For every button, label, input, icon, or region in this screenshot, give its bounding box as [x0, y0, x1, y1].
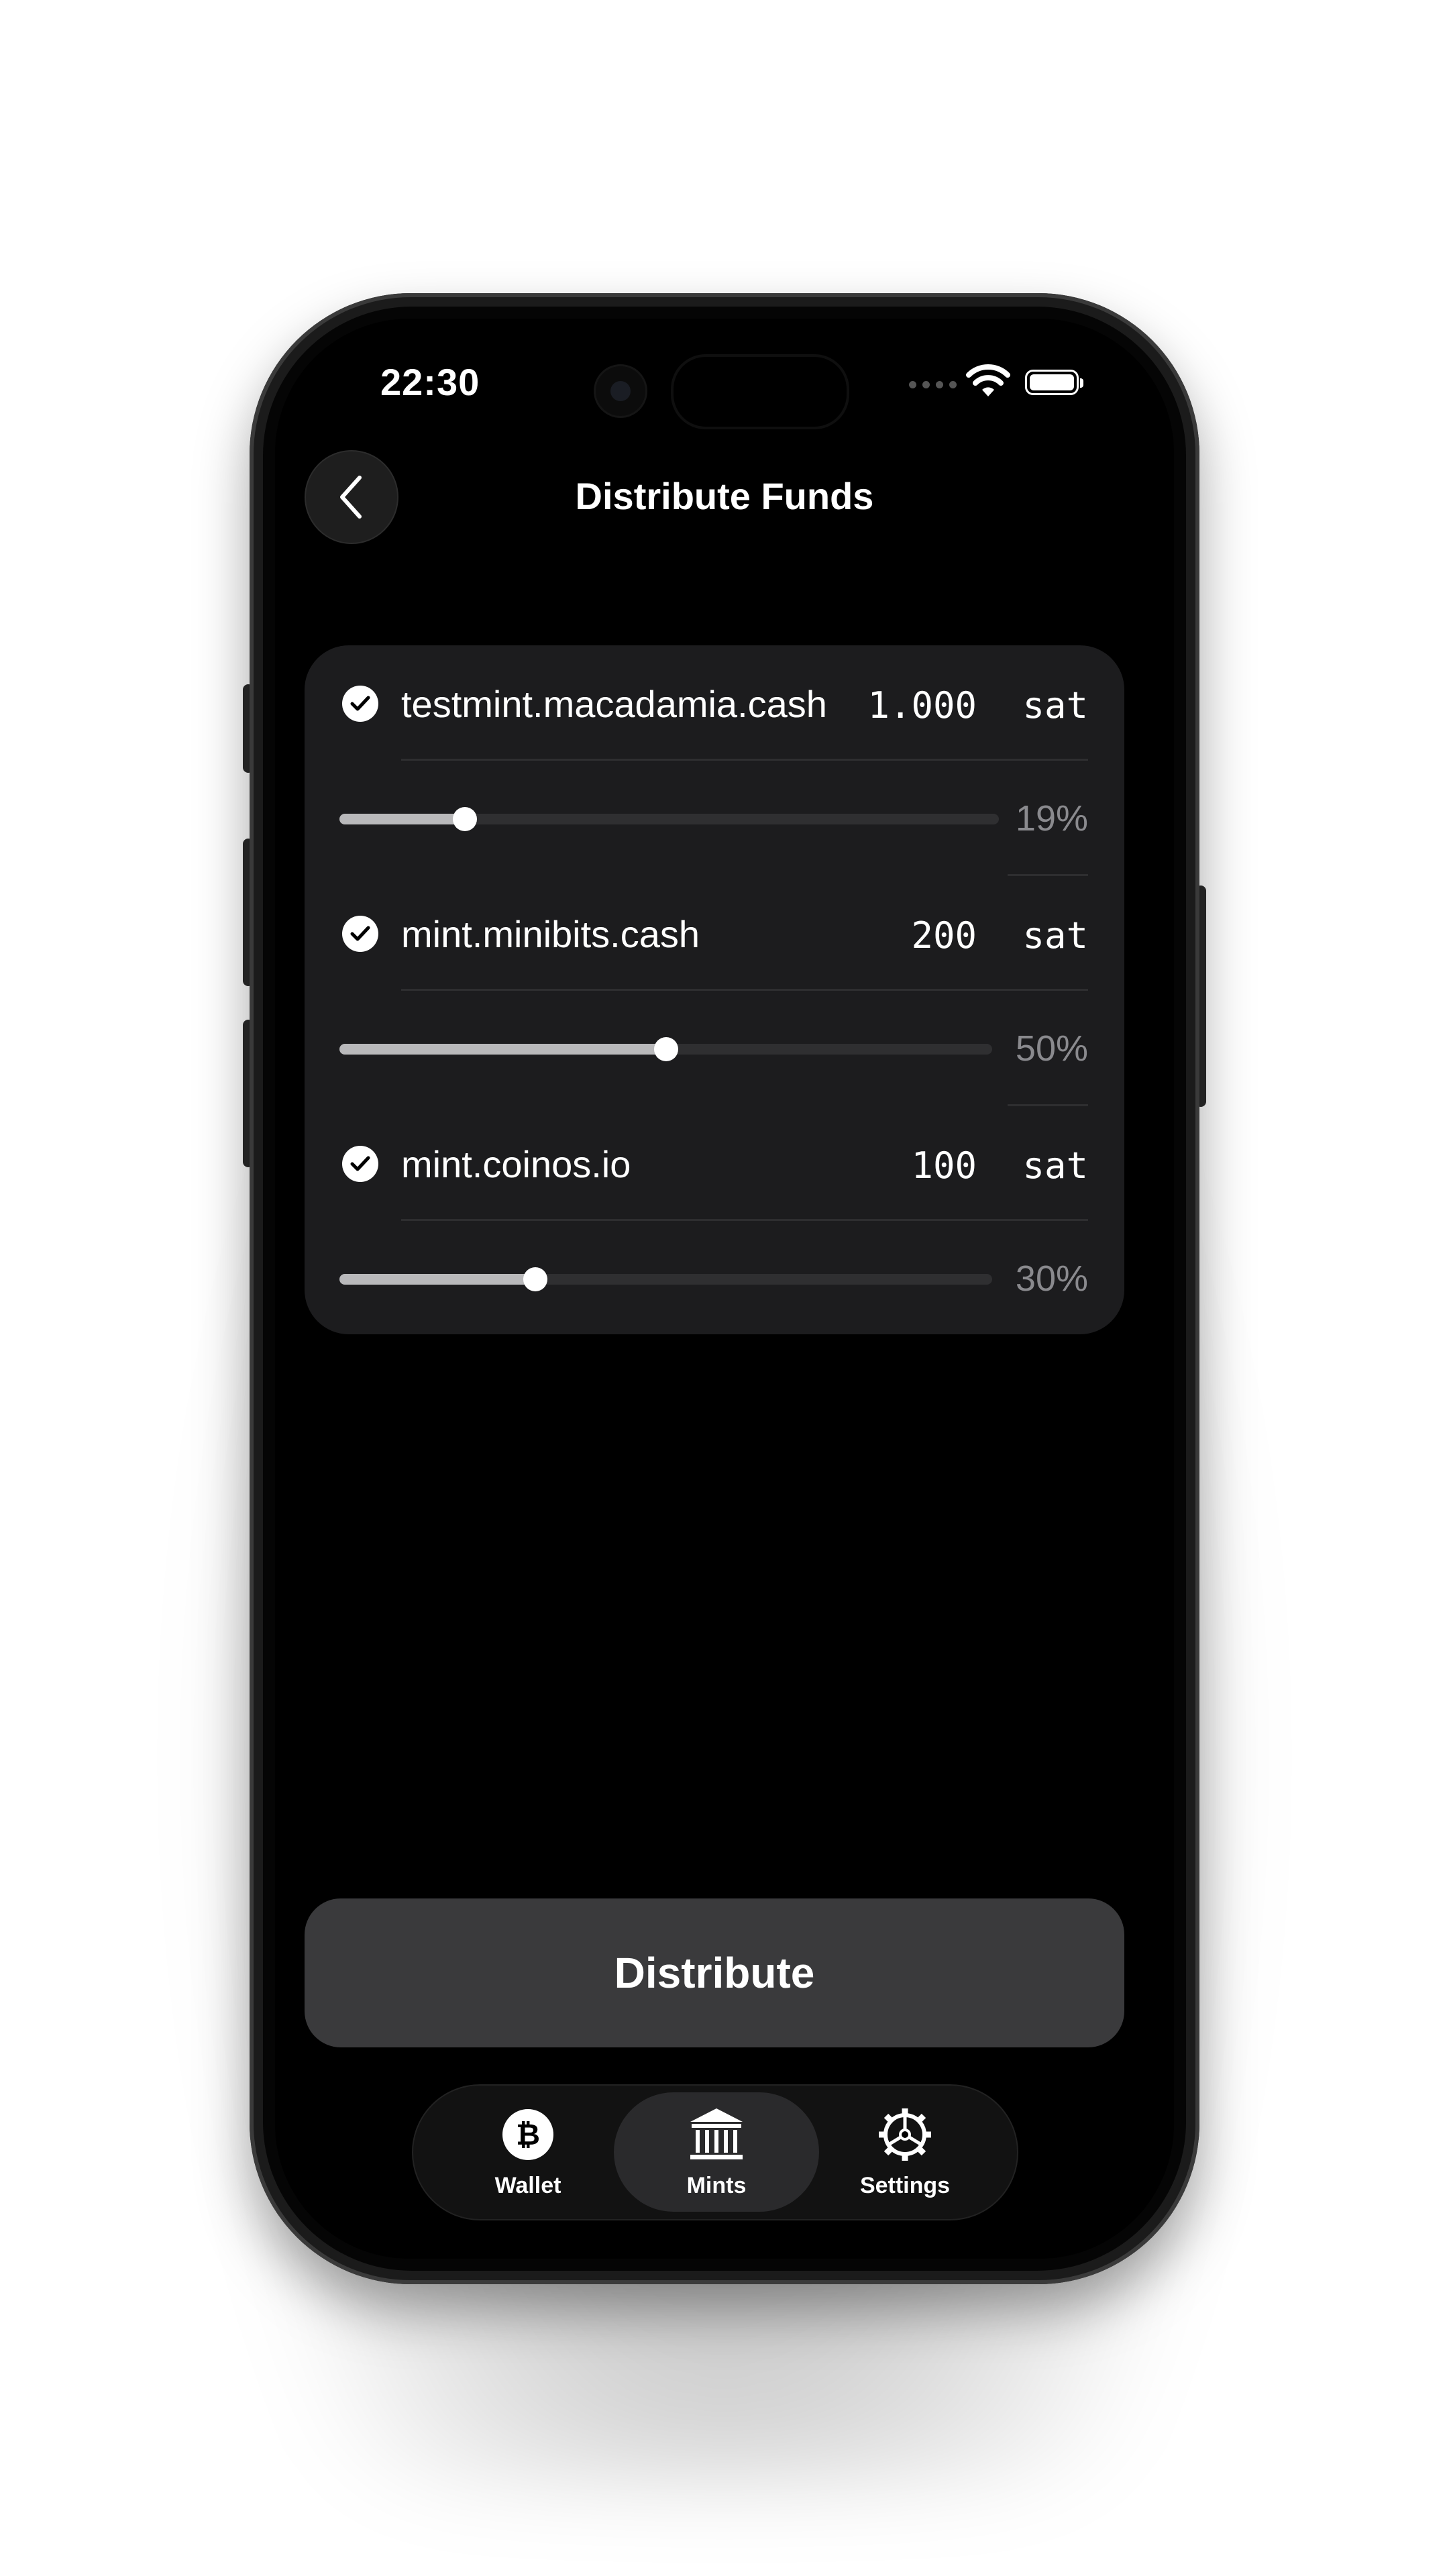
tab-settings[interactable]: Settings — [802, 2092, 1008, 2212]
tab-label: Mints — [686, 2172, 747, 2198]
cellular-signal-icon — [909, 381, 957, 388]
mint-name: testmint.macadamia.cash — [401, 683, 827, 725]
slider-row: 19% — [305, 761, 1124, 875]
page-title: Distribute Funds — [575, 475, 874, 517]
dynamic-island — [671, 354, 849, 429]
slider-fill — [339, 1044, 666, 1055]
slider-fill — [339, 1274, 535, 1285]
bank-icon — [688, 2106, 745, 2163]
mint-name: mint.coinos.io — [401, 1143, 631, 1185]
front-camera — [594, 364, 647, 418]
tab-bar: ₿ Wallet Mints Settings — [412, 2084, 1018, 2220]
slider-thumb[interactable] — [523, 1267, 547, 1291]
phone-bezel: 22:30 Distribute Funds testmint.macadami… — [263, 307, 1186, 2271]
tab-label: Wallet — [494, 2172, 561, 2198]
status-time: 22:30 — [380, 361, 480, 403]
mint-amount: 200 — [911, 914, 977, 957]
mint-unit: sat — [1022, 914, 1088, 957]
percentage-slider[interactable] — [339, 1037, 992, 1061]
gear-icon — [876, 2106, 934, 2163]
slider-row: 30% — [305, 1221, 1124, 1335]
percentage-label: 50% — [1015, 1028, 1088, 1069]
app-screen: 22:30 Distribute Funds testmint.macadami… — [275, 319, 1174, 2259]
phone-frame: 22:30 Distribute Funds testmint.macadami… — [250, 293, 1199, 2284]
mint-amount: 1.000 — [867, 684, 977, 727]
percentage-slider[interactable] — [339, 807, 999, 831]
bitcoin-icon: ₿ — [499, 2106, 557, 2163]
checkmark-icon[interactable] — [342, 1146, 378, 1182]
mint-row[interactable]: mint.coinos.io 100 sat — [305, 1106, 1124, 1220]
distribute-button[interactable]: Distribute — [305, 1898, 1124, 2047]
checkmark-icon[interactable] — [342, 686, 378, 722]
mint-unit: sat — [1022, 1144, 1088, 1187]
battery-icon — [1025, 370, 1083, 395]
tab-mints[interactable]: Mints — [614, 2092, 819, 2212]
mint-amount: 100 — [911, 1144, 977, 1187]
mint-name: mint.minibits.cash — [401, 913, 700, 955]
wifi-icon — [966, 364, 1010, 396]
tab-label: Settings — [859, 2172, 951, 2198]
slider-fill — [339, 814, 465, 824]
mint-unit: sat — [1022, 684, 1088, 727]
checkmark-icon[interactable] — [342, 916, 378, 952]
slider-thumb[interactable] — [653, 1037, 678, 1061]
mint-row[interactable]: mint.minibits.cash 200 sat — [305, 875, 1124, 989]
percentage-slider[interactable] — [339, 1267, 992, 1291]
mint-distribution-card: testmint.macadamia.cash 1.000 sat 19% mi… — [305, 645, 1124, 1334]
mint-row[interactable]: testmint.macadamia.cash 1.000 sat — [305, 645, 1124, 759]
slider-row: 50% — [305, 991, 1124, 1105]
tab-wallet[interactable]: ₿ Wallet — [425, 2092, 631, 2212]
percentage-label: 30% — [1015, 1258, 1088, 1299]
svg-text:₿: ₿ — [516, 2118, 540, 2152]
slider-thumb[interactable] — [452, 807, 477, 831]
percentage-label: 19% — [1015, 798, 1088, 839]
